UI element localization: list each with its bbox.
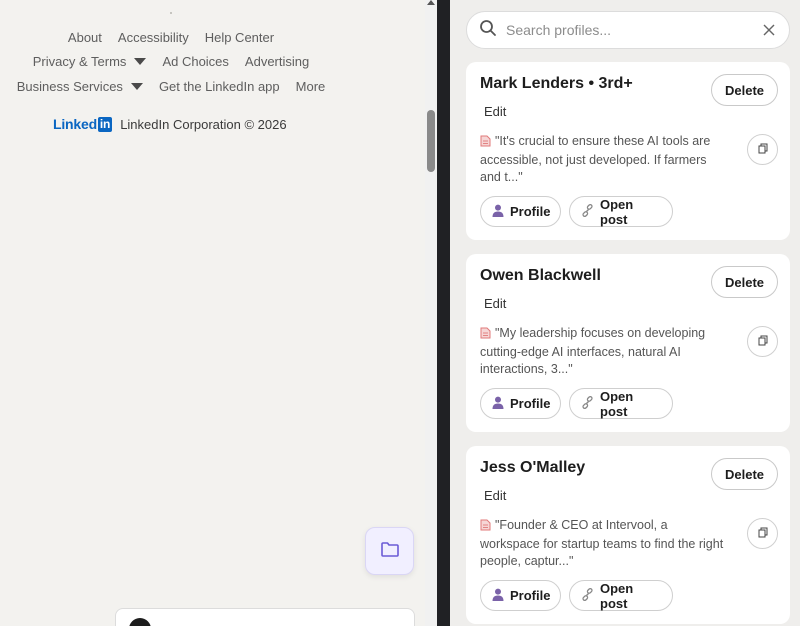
post-snippet: "My leadership focuses on developing cut… xyxy=(480,325,730,378)
scroll-up-arrow-icon[interactable] xyxy=(427,0,435,5)
person-icon xyxy=(492,396,504,412)
profile-card: Mark Lenders • 3rd+ Edit Delete "It's cr… xyxy=(466,62,790,240)
footer-links-row-2: Privacy & Terms Ad Choices Advertising xyxy=(0,54,342,69)
profile-card: Owen Blackwell Edit Delete "My leadershi… xyxy=(466,254,790,432)
privacy-terms-label: Privacy & Terms xyxy=(32,54,127,69)
search-input[interactable] xyxy=(506,22,761,38)
profile-button[interactable]: Profile xyxy=(480,388,561,419)
copy-icon xyxy=(758,141,768,159)
note-icon xyxy=(480,135,491,152)
post-snippet: "It's crucial to ensure these AI tools a… xyxy=(480,133,730,186)
open-post-label: Open post xyxy=(600,196,634,227)
footer-link-help-center[interactable]: Help Center xyxy=(197,30,282,45)
footer-link-advertising[interactable]: Advertising xyxy=(237,54,317,69)
edit-link[interactable]: Edit xyxy=(484,296,506,311)
delete-button[interactable]: Delete xyxy=(711,266,778,298)
footer-links-row-1: About Accessibility Help Center xyxy=(0,30,342,45)
business-services-label: Business Services xyxy=(16,79,123,94)
edit-link[interactable]: Edit xyxy=(484,488,506,503)
logo-in: in xyxy=(97,116,113,132)
note-icon xyxy=(480,519,491,536)
left-scrollbar[interactable] xyxy=(425,0,437,626)
search-icon xyxy=(479,19,497,42)
clear-search-icon[interactable] xyxy=(761,22,777,38)
profile-label: Profile xyxy=(510,396,551,411)
profile-label: Profile xyxy=(510,204,551,219)
folder-icon xyxy=(380,540,400,563)
avatar xyxy=(129,618,151,626)
open-post-label: Open post xyxy=(600,580,634,611)
delete-button[interactable]: Delete xyxy=(711,74,778,106)
snippet-text: "My leadership focuses on developing cut… xyxy=(480,326,706,376)
chevron-down-icon xyxy=(130,83,143,91)
profile-name: Owen Blackwell xyxy=(480,267,601,284)
profile-name: Mark Lenders • 3rd+ xyxy=(480,75,633,92)
footer-link-accessibility[interactable]: Accessibility xyxy=(110,30,197,45)
link-icon xyxy=(581,587,594,604)
delete-button[interactable]: Delete xyxy=(711,458,778,490)
post-snippet: "Founder & CEO at Intervool, a workspace… xyxy=(480,517,730,570)
footer-link-get-app[interactable]: Get the LinkedIn app xyxy=(151,79,288,94)
folder-button[interactable] xyxy=(365,527,414,575)
scrollbar-thumb[interactable] xyxy=(427,110,435,172)
copy-button[interactable] xyxy=(747,134,778,165)
footer-copyright: Linked in LinkedIn Corporation © 2026 xyxy=(53,116,287,132)
logo-text: Linked xyxy=(53,116,97,132)
chevron-down-icon xyxy=(134,58,147,66)
linkedin-page: About Accessibility Help Center Privacy … xyxy=(0,0,425,626)
footer-link-ad-choices[interactable]: Ad Choices xyxy=(154,54,236,69)
open-post-button[interactable]: Open post xyxy=(569,580,673,611)
link-icon xyxy=(581,203,594,220)
pane-divider xyxy=(437,0,450,626)
profile-label: Profile xyxy=(510,588,551,603)
open-post-button[interactable]: Open post xyxy=(569,388,673,419)
saved-profiles-panel: Mark Lenders • 3rd+ Edit Delete "It's cr… xyxy=(450,0,800,626)
copy-button[interactable] xyxy=(747,326,778,357)
profile-button[interactable]: Profile xyxy=(480,196,561,227)
footer-link-privacy-terms[interactable]: Privacy & Terms xyxy=(25,54,155,69)
open-post-button[interactable]: Open post xyxy=(569,196,673,227)
copy-icon xyxy=(758,333,768,351)
footer-link-about[interactable]: About xyxy=(60,30,110,45)
linkedin-logo: Linked in xyxy=(53,116,113,132)
open-post-label: Open post xyxy=(600,388,634,419)
person-icon xyxy=(492,588,504,604)
footer-link-business-services[interactable]: Business Services xyxy=(9,79,151,94)
person-icon xyxy=(492,204,504,220)
snippet-text: "It's crucial to ensure these AI tools a… xyxy=(480,134,711,184)
footer-link-more[interactable]: More xyxy=(288,79,334,94)
edit-link[interactable]: Edit xyxy=(484,104,506,119)
note-icon xyxy=(480,327,491,344)
snippet-text: "Founder & CEO at Intervool, a workspace… xyxy=(480,518,724,568)
copy-icon xyxy=(758,525,768,543)
footer-links-row-3: Business Services Get the LinkedIn app M… xyxy=(0,79,342,94)
profile-card: Jess O'Malley Edit Delete "Founder & CEO… xyxy=(466,446,790,624)
separator-dot xyxy=(170,12,172,14)
copyright-text: LinkedIn Corporation © 2026 xyxy=(120,116,287,132)
post-card-peek[interactable] xyxy=(115,608,415,626)
profile-name: Jess O'Malley xyxy=(480,459,586,476)
profile-button[interactable]: Profile xyxy=(480,580,561,611)
link-icon xyxy=(581,395,594,412)
copy-button[interactable] xyxy=(747,518,778,549)
search-bar[interactable] xyxy=(466,11,790,49)
